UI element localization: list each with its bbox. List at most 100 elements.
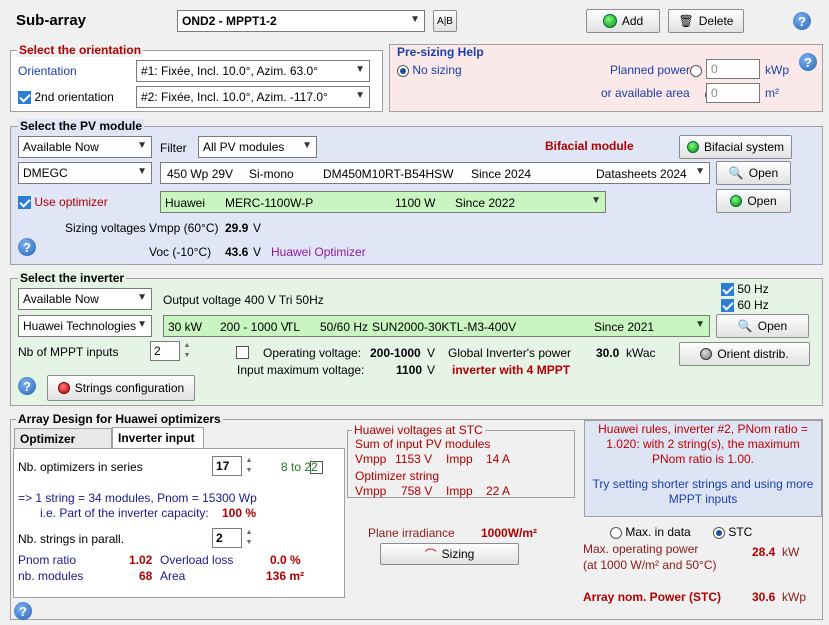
strings-configuration-button[interactable]: Strings configuration [47,375,195,401]
optimizer-brand: Huawei [165,196,206,210]
max-operating-power-value: 28.4 [752,545,776,559]
inverter-range: 200 - 1000 V [220,320,289,334]
overload-loss-label: Overload loss [160,553,234,567]
operating-voltage-value: 200-1000 [370,346,421,360]
help-icon[interactable]: ? [793,12,811,30]
vmpp-string-value: 758 V [401,484,433,498]
status-led-icon [57,382,70,394]
chevron-down-icon: ▼ [137,166,147,177]
bifacial-system-button[interactable]: Bifacial system [679,135,792,159]
inverter-manufacturer-select[interactable]: Huawei Technologies ▼ [18,315,152,337]
mppt-inputs-label: Nb of MPPT inputs [18,345,119,359]
chevron-down-icon: ▼ [695,166,705,177]
stc-label: STC [728,525,753,539]
overload-loss-value: 0.0 % [270,553,301,567]
array-power-label: Array nom. Power (STC) [583,590,722,604]
chevron-down-icon: ▼ [591,195,601,206]
inverter-availability-value: Available Now [23,292,99,306]
orient-distrib-button[interactable]: Orient distrib. [679,342,810,366]
inverter-open-button[interactable]: 🔍 Open [716,314,809,338]
optimizer-select[interactable]: Huawei MERC-1100W-P 1100 W Since 2022 ▼ [160,191,606,213]
planned-power-radio[interactable] [690,64,702,77]
module-tech: Si-mono [249,167,294,181]
impp-sum-label: Impp [446,452,473,466]
max-in-data-label: Max. in data [625,525,691,539]
status-led-icon [730,195,743,207]
stepper-arrows-icon[interactable]: ▲ ▼ [181,341,193,361]
inverter-since: Since 2021 [594,320,655,334]
add-button[interactable]: Add [586,9,660,33]
available-area-input[interactable]: 0 [706,83,760,103]
bifacial-system-label: Bifacial system [703,140,785,154]
sum-inputs-label: Sum of input PV modules [355,437,491,451]
inverter-availability-select[interactable]: Available Now ▼ [18,288,152,310]
presizing-legend: Pre-sizing Help [397,45,484,59]
radio-icon [610,526,622,539]
optimizer-string-label: Optimizer string [355,469,440,483]
second-orientation-toggle[interactable]: 2nd orientation [18,90,114,105]
module-filter-select[interactable]: All PV modules ▼ [198,136,317,158]
hz50-toggle[interactable]: 50 Hz [721,282,769,297]
max-voltage-label: Input maximum voltage: [237,363,365,377]
sizing-icon: ⌒ [424,547,437,562]
module-since: Since 2024 [471,167,532,181]
plane-irradiance-label: Plane irradiance [368,526,455,540]
help-icon[interactable]: ? [18,238,36,256]
area-label: Area [160,569,186,583]
optimizers-series-value[interactable]: 17 [212,456,242,476]
tab-inverter-input[interactable]: Inverter input [112,427,204,449]
max-operating-power-label: Max. operating power [583,542,699,556]
module-manufacturer-value: DMEGC [23,166,68,180]
delete-button[interactable]: 🗑 Delete [668,9,744,33]
second-orientation-label: 2nd orientation [34,90,114,104]
module-model-select[interactable]: 450 Wp 29V Si-mono DM450M10RT-B54HSW Sin… [160,162,710,184]
magnifier-icon: 🔍 [737,319,753,333]
mppt-checkbox[interactable] [235,346,249,360]
planned-power-input[interactable]: 0 [706,59,760,79]
hz60-toggle[interactable]: 60 Hz [721,298,769,313]
chevron-down-icon: ▼ [137,319,147,330]
sizing-button[interactable]: ⌒ Sizing [380,543,519,565]
stepper-arrows-icon[interactable]: ▲ ▼ [243,456,255,476]
no-sizing-radio[interactable]: No sizing [397,63,462,77]
mppt-inputs-value[interactable]: 2 [150,341,180,361]
nb-modules-value: 68 [139,569,153,583]
rename-icon[interactable]: A|B [433,10,457,32]
use-optimizer-toggle[interactable]: Use optimizer [18,195,108,210]
strings-parallel-value[interactable]: 2 [212,528,242,548]
inverter-model-select[interactable]: 30 kW 200 - 1000 V TL 50/60 Hz SUN2000-3… [163,315,710,337]
delete-label: Delete [698,14,734,28]
module-filter-value: All PV modules [203,140,285,154]
array-power-unit: kWp [782,590,806,604]
orient-distrib-label: Orient distrib. [717,347,789,361]
nb-modules-label: nb. modules [18,569,84,583]
vmpp-value: 29.9 [225,221,249,235]
max-in-data-radio[interactable]: Max. in data [610,525,691,539]
help-icon[interactable]: ? [799,53,817,71]
impp-string-label: Impp [446,484,473,498]
checkbox-icon [18,196,31,210]
stepper-arrows-icon[interactable]: ▲ ▼ [243,528,255,548]
module-open-button[interactable]: 🔍 Open [716,161,791,185]
array-design-legend: Array Design for Huawei optimizers [16,412,223,426]
module-open-label: Open [748,166,779,180]
second-orientation-select[interactable]: #2: Fixée, Incl. 10.0°, Azim. -117.0° ▼ [136,86,370,108]
module-model: DM450M10RT-B54HSW [323,167,454,181]
module-manufacturer-select[interactable]: DMEGC ▼ [18,162,152,184]
plus-icon [602,14,617,28]
impp-sum-value: 14 A [486,452,511,466]
optimizer-open-button[interactable]: Open [716,189,791,213]
array-power-value: 30.6 [752,590,776,604]
help-icon[interactable]: ? [18,377,36,395]
series-range: 8 to 22 [281,460,318,474]
help-icon[interactable]: ? [14,602,32,620]
orientation-select[interactable]: #1: Fixée, Incl. 10.0°, Azim. 63.0° ▼ [136,60,370,82]
bifacial-label: Bifacial module [545,139,634,153]
module-availability-select[interactable]: Available Now ▼ [18,136,152,158]
vmpp-string-label: Vmpp [355,484,387,498]
no-sizing-label: No sizing [412,63,462,77]
inverter-type: TL [286,320,301,334]
subarray-select[interactable]: OND2 - MPPT1-2 ▼ [177,10,425,32]
tab-optimizer-input[interactable]: Optimizer input [14,428,112,460]
stc-radio[interactable]: STC [713,525,752,539]
